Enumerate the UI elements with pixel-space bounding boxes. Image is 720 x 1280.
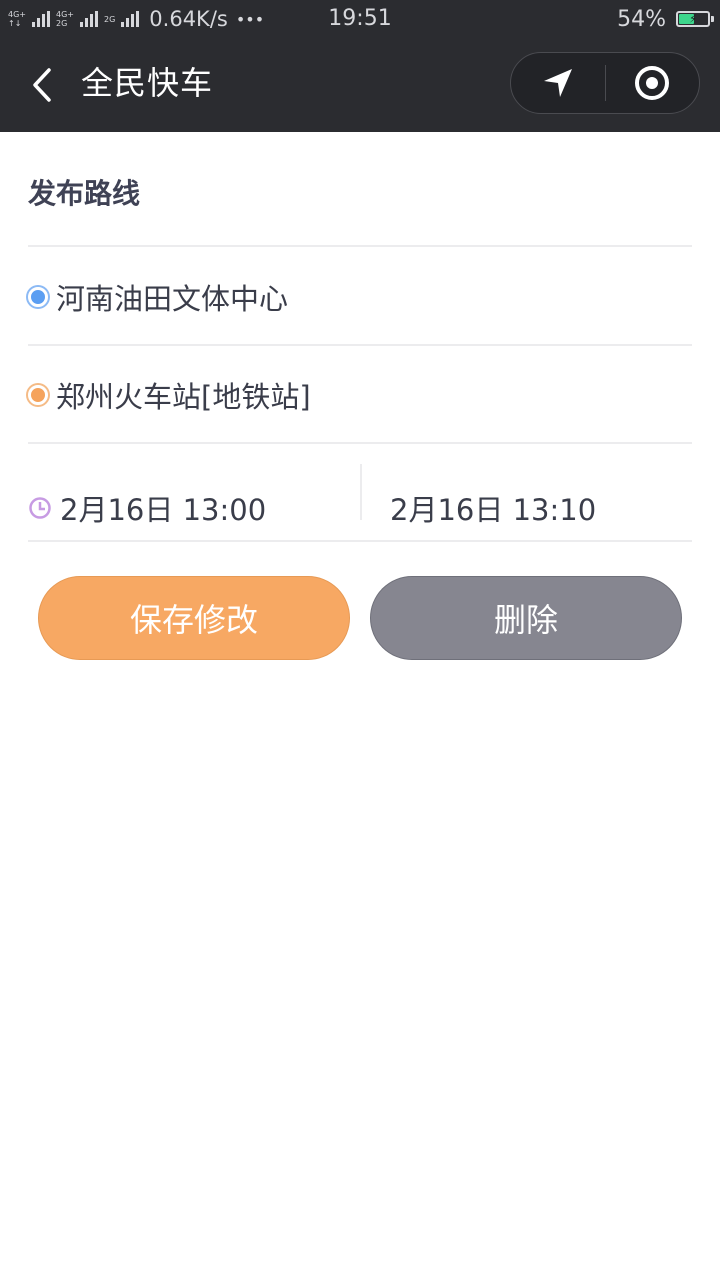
destination-row[interactable]: 郑州火车站[地铁站] bbox=[28, 347, 692, 443]
nav-bar: 全民快车 bbox=[0, 38, 720, 132]
target-circle-icon bbox=[635, 66, 670, 100]
back-button[interactable] bbox=[22, 65, 62, 105]
capsule-menu bbox=[510, 52, 700, 114]
record-button[interactable] bbox=[606, 53, 700, 113]
delete-button[interactable]: 删除 bbox=[370, 576, 682, 660]
destination-label: 郑州火车站[地铁站] bbox=[56, 380, 311, 414]
location-button[interactable] bbox=[511, 53, 605, 113]
divider bbox=[28, 245, 692, 247]
destination-dot-icon bbox=[28, 385, 48, 405]
clock: 19:51 bbox=[328, 6, 392, 31]
divider bbox=[28, 344, 692, 346]
clock-icon bbox=[29, 497, 51, 519]
page-title: 全民快车 bbox=[81, 64, 214, 102]
end-time: 2月16日 13:10 bbox=[390, 493, 597, 527]
divider bbox=[28, 442, 692, 444]
chevron-left-icon bbox=[33, 68, 51, 102]
battery-percent: 54% bbox=[617, 6, 666, 32]
status-right: 54% ⚡ bbox=[617, 0, 714, 38]
save-button[interactable]: 保存修改 bbox=[38, 576, 350, 660]
battery-icon: ⚡ bbox=[676, 11, 714, 27]
origin-row[interactable]: 河南油田文体中心 bbox=[28, 249, 692, 345]
origin-label: 河南油田文体中心 bbox=[56, 282, 289, 316]
start-time: 2月16日 13:00 bbox=[60, 493, 267, 527]
time-row: 2月16日 13:00 2月16日 13:10 bbox=[28, 462, 692, 558]
section-title: 发布路线 bbox=[28, 177, 141, 210]
origin-dot-icon bbox=[28, 287, 48, 307]
location-arrow-icon bbox=[543, 69, 572, 97]
divider bbox=[28, 540, 692, 542]
charging-icon: ⚡ bbox=[689, 12, 697, 26]
status-bar: 4G+ ↑↓ 4G+ 2G 2G 0.64K/s ••• 19:51 54% ⚡ bbox=[0, 0, 720, 38]
